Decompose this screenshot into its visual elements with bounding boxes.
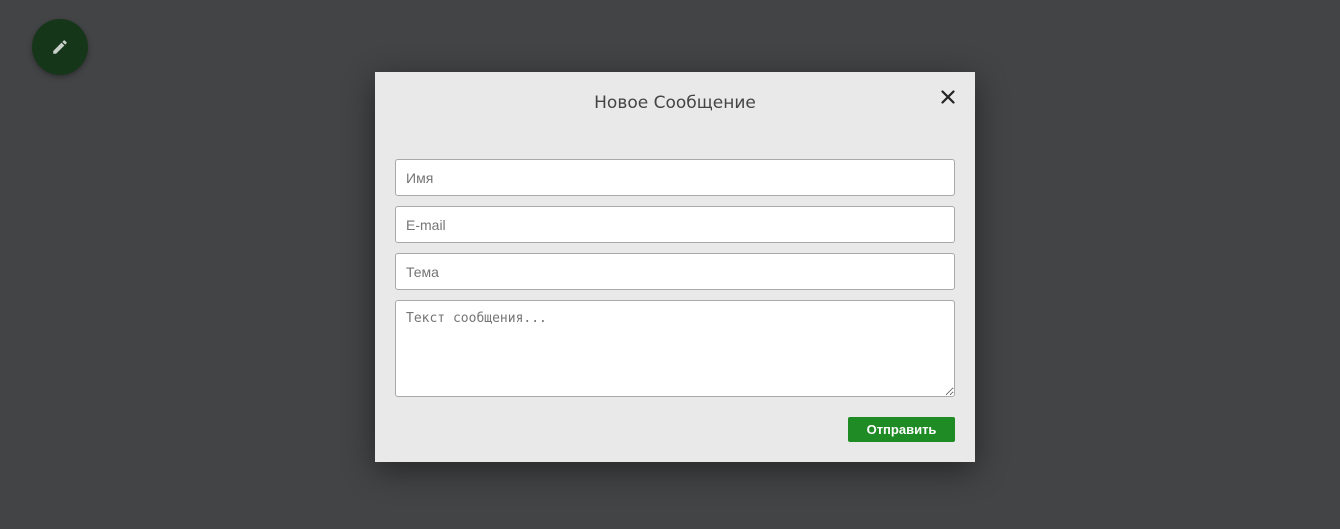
compose-fab-button[interactable]: [32, 19, 88, 75]
email-input[interactable]: [395, 206, 955, 243]
close-button[interactable]: [940, 89, 956, 109]
message-textarea[interactable]: [395, 300, 955, 397]
name-input[interactable]: [395, 159, 955, 196]
pencil-icon: [51, 38, 69, 56]
new-message-modal: Новое Сообщение Отправить: [375, 72, 975, 462]
close-icon: [941, 89, 955, 109]
modal-title: Новое Сообщение: [594, 93, 756, 113]
send-button[interactable]: Отправить: [848, 417, 955, 442]
subject-input[interactable]: [395, 253, 955, 290]
